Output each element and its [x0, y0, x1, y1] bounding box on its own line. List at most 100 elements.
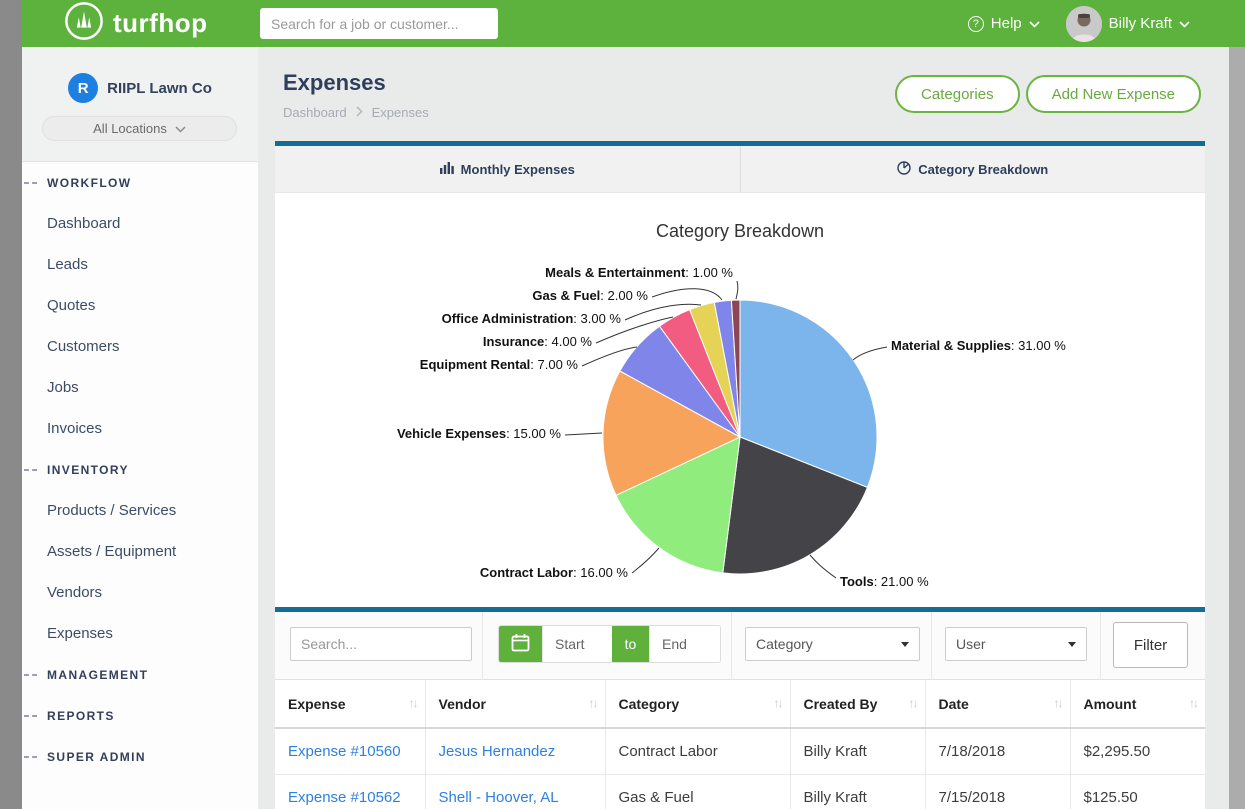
location-selector[interactable]: All Locations — [42, 116, 237, 141]
global-search-input[interactable] — [260, 8, 498, 39]
company-name: RIIPL Lawn Co — [107, 80, 212, 97]
date-end-input[interactable] — [649, 626, 720, 662]
scrollbar-track[interactable] — [1229, 47, 1245, 809]
sidebar-section-super-admin[interactable]: SUPER ADMIN — [22, 736, 258, 777]
tab-category-breakdown-label: Category Breakdown — [918, 162, 1048, 177]
sidebar-section-label: MANAGEMENT — [47, 668, 148, 682]
expenses-card: Monthly Expenses Category Breakdown Cate… — [275, 141, 1205, 809]
cell-vendor[interactable]: Jesus Hernandez — [425, 728, 605, 774]
filter-divider — [731, 612, 732, 680]
sidebar-item-customers[interactable]: Customers — [22, 326, 258, 367]
label-connector — [810, 555, 836, 578]
cell-created-by: Billy Kraft — [790, 728, 925, 774]
slice-label-meals-entertainment: Meals & Entertainment: 1.00 % — [545, 265, 733, 280]
column-header-created-by[interactable]: Created By↑↓ — [790, 680, 925, 728]
label-connector — [565, 433, 602, 435]
sort-icon: ↑↓ — [909, 696, 917, 710]
slice-label-vehicle-expenses: Vehicle Expenses: 15.00 % — [397, 426, 561, 441]
cell-category: Gas & Fuel — [605, 774, 790, 809]
page-title: Expenses — [283, 70, 386, 96]
page-actions: Categories Add New Expense — [895, 75, 1201, 113]
label-connector — [632, 548, 659, 573]
sort-icon: ↑↓ — [774, 696, 782, 710]
chart-tabs: Monthly Expenses Category Breakdown — [275, 146, 1205, 193]
breadcrumb-dashboard[interactable]: Dashboard — [283, 105, 347, 120]
sidebar-item-dashboard[interactable]: Dashboard — [22, 203, 258, 244]
sidebar-item-jobs[interactable]: Jobs — [22, 367, 258, 408]
cell-amount: $2,295.50 — [1070, 728, 1205, 774]
slice-label-material-supplies: Material & Supplies: 31.00 % — [891, 338, 1066, 353]
left-edge-strip — [0, 0, 22, 809]
date-start-input[interactable] — [542, 626, 612, 662]
sidebar-item-leads[interactable]: Leads — [22, 244, 258, 285]
user-select-value: User — [956, 636, 986, 652]
sidebar-item-vendors[interactable]: Vendors — [22, 572, 258, 613]
chart-title: Category Breakdown — [656, 221, 824, 241]
breadcrumb: Dashboard Expenses — [283, 105, 429, 120]
sidebar-item-assets-equipment[interactable]: Assets / Equipment — [22, 531, 258, 572]
dashes-icon — [24, 715, 37, 717]
tab-monthly-expenses[interactable]: Monthly Expenses — [275, 146, 740, 192]
help-icon: ? — [968, 16, 984, 32]
date-range-picker: to — [498, 625, 721, 663]
tab-category-breakdown[interactable]: Category Breakdown — [740, 146, 1206, 192]
help-label: Help — [991, 15, 1022, 32]
column-header-date[interactable]: Date↑↓ — [925, 680, 1070, 728]
sidebar-section-label: SUPER ADMIN — [47, 750, 146, 764]
chevron-down-icon — [1179, 15, 1190, 32]
dashes-icon — [24, 469, 37, 471]
sort-icon: ↑↓ — [409, 696, 417, 710]
table-search-input[interactable] — [290, 627, 472, 661]
filter-button[interactable]: Filter — [1113, 622, 1188, 668]
calendar-button[interactable] — [499, 626, 542, 662]
brand-name: turfhop — [113, 8, 207, 39]
main-content: Expenses Dashboard Expenses Categories A… — [258, 47, 1229, 809]
slice-label-gas-fuel: Gas & Fuel: 2.00 % — [532, 288, 648, 303]
add-new-expense-button[interactable]: Add New Expense — [1026, 75, 1201, 113]
sidebar-item-products-services[interactable]: Products / Services — [22, 490, 258, 531]
table-row: Expense #10562Shell - Hoover, ALGas & Fu… — [275, 774, 1205, 809]
label-connector — [853, 347, 887, 360]
chevron-down-icon — [1029, 15, 1040, 32]
column-header-expense[interactable]: Expense↑↓ — [275, 680, 425, 728]
sidebar-section-label: WORKFLOW — [47, 176, 132, 190]
sidebar-nav: WORKFLOW DashboardLeadsQuotesCustomersJob… — [22, 162, 258, 777]
sidebar-item-expenses[interactable]: Expenses — [22, 613, 258, 654]
turfhop-grass-icon — [64, 1, 104, 46]
category-select[interactable]: Category — [745, 627, 920, 661]
help-menu[interactable]: ? Help — [968, 15, 1040, 32]
sidebar-section-workflow[interactable]: WORKFLOW — [22, 162, 258, 203]
brand-logo[interactable]: turfhop — [64, 0, 207, 47]
sidebar-section-inventory[interactable]: INVENTORY — [22, 449, 258, 490]
sidebar-section-label: REPORTS — [47, 709, 115, 723]
column-header-category[interactable]: Category↑↓ — [605, 680, 790, 728]
slice-label-insurance: Insurance: 4.00 % — [483, 334, 593, 349]
column-header-amount[interactable]: Amount↑↓ — [1070, 680, 1205, 728]
table-row: Expense #10560Jesus HernandezContract La… — [275, 728, 1205, 774]
company-badge: R — [68, 73, 98, 103]
sidebar-item-invoices[interactable]: Invoices — [22, 408, 258, 449]
app-root: turfhop ? Help Bill — [0, 0, 1245, 809]
filter-bar: to Category User Filter — [275, 612, 1205, 680]
user-menu[interactable]: Billy Kraft — [1066, 6, 1190, 42]
breadcrumb-expenses[interactable]: Expenses — [372, 105, 429, 120]
user-select[interactable]: User — [945, 627, 1087, 661]
user-name: Billy Kraft — [1109, 15, 1172, 32]
sidebar-item-quotes[interactable]: Quotes — [22, 285, 258, 326]
sort-icon: ↑↓ — [1054, 696, 1062, 710]
filter-divider — [1100, 612, 1101, 680]
cell-expense[interactable]: Expense #10560 — [275, 728, 425, 774]
company: R RIIPL Lawn Co — [22, 47, 258, 103]
cell-vendor[interactable]: Shell - Hoover, AL — [425, 774, 605, 809]
dashes-icon — [24, 182, 37, 184]
sidebar-section-management[interactable]: MANAGEMENT — [22, 654, 258, 695]
sidebar-section-reports[interactable]: REPORTS — [22, 695, 258, 736]
avatar — [1066, 6, 1102, 42]
cell-date: 7/15/2018 — [925, 774, 1070, 809]
category-select-value: Category — [756, 636, 813, 652]
column-header-vendor[interactable]: Vendor↑↓ — [425, 680, 605, 728]
cell-expense[interactable]: Expense #10562 — [275, 774, 425, 809]
categories-button[interactable]: Categories — [895, 75, 1020, 113]
pie-chart-icon — [897, 161, 911, 178]
cell-category: Contract Labor — [605, 728, 790, 774]
